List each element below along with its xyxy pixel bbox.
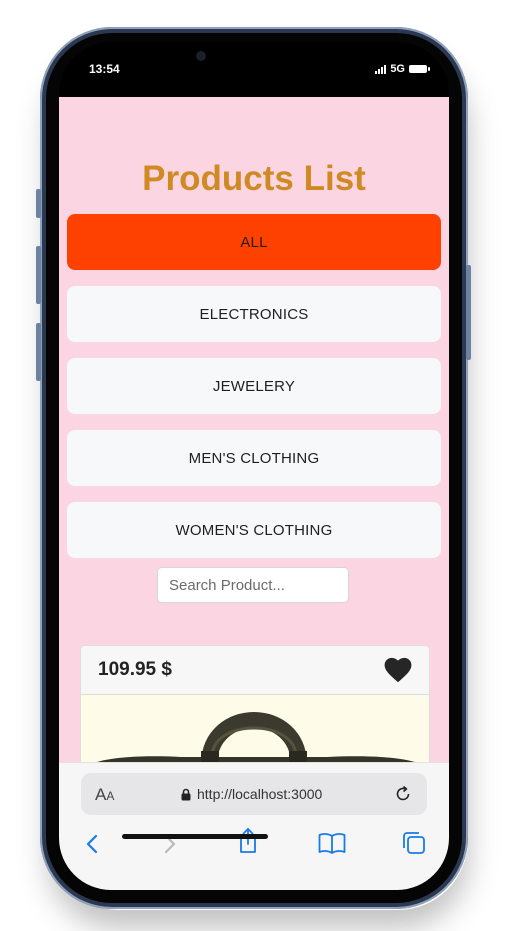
text-size-button[interactable]: AA — [95, 785, 114, 805]
product-card[interactable]: 109.95 $ — [80, 645, 430, 762]
status-indicators: 5G — [375, 63, 430, 75]
bookmarks-icon[interactable] — [318, 832, 346, 854]
lock-icon — [181, 788, 191, 800]
back-icon[interactable] — [83, 831, 103, 857]
reload-icon[interactable] — [393, 784, 413, 804]
status-time: 13:54 — [89, 62, 120, 76]
category-button-mens-clothing[interactable]: MEN'S CLOTHING — [67, 430, 441, 486]
share-icon[interactable] — [236, 827, 260, 855]
product-price: 109.95 $ — [98, 659, 172, 680]
status-bar: 13:54 5G — [59, 42, 449, 97]
category-button-electronics[interactable]: ELECTRONICS — [67, 286, 441, 342]
page-title: Products List — [142, 159, 366, 198]
product-image[interactable] — [81, 695, 429, 762]
battery-icon — [409, 65, 430, 73]
product-card-header: 109.95 $ — [81, 646, 429, 695]
phone-screen: 13:54 5G Products List ALL ELECTRONICS J… — [59, 42, 449, 890]
browser-chrome: AA http://localhost:3000 — [59, 762, 449, 890]
tabs-icon[interactable] — [402, 831, 426, 855]
power-button — [466, 265, 471, 360]
url-display[interactable]: http://localhost:3000 — [181, 786, 322, 802]
category-button-womens-clothing[interactable]: WOMEN'S CLOTHING — [67, 502, 441, 558]
url-text: http://localhost:3000 — [197, 786, 323, 802]
address-bar[interactable]: AA http://localhost:3000 — [81, 773, 427, 815]
heart-icon[interactable] — [384, 657, 412, 683]
search-input[interactable] — [157, 567, 349, 603]
category-button-jewelery[interactable]: JEWELERY — [67, 358, 441, 414]
backpack-image — [97, 712, 415, 762]
home-indicator[interactable] — [122, 834, 268, 839]
web-content[interactable]: Products List ALL ELECTRONICS JEWELERY M… — [59, 97, 449, 762]
volume-down-button — [36, 323, 41, 381]
signal-icon — [375, 64, 387, 74]
action-button — [36, 189, 41, 218]
category-button-all[interactable]: ALL — [67, 214, 441, 270]
front-camera — [196, 51, 206, 61]
volume-up-button — [36, 246, 41, 304]
network-label: 5G — [390, 63, 405, 75]
